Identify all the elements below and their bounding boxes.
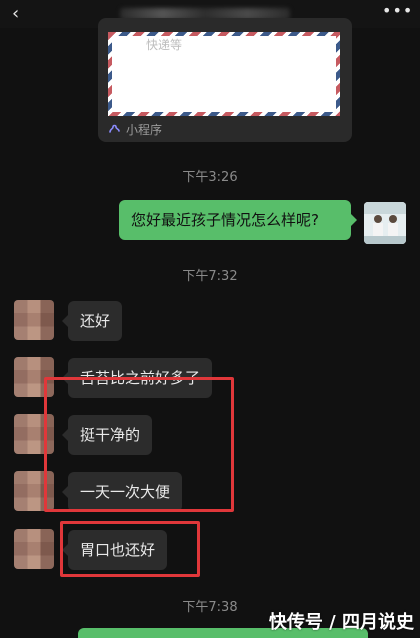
contact-avatar[interactable] — [14, 471, 54, 511]
self-avatar-image — [364, 202, 406, 244]
mini-program-icon — [109, 124, 120, 133]
self-avatar[interactable] — [364, 202, 406, 244]
incoming-message[interactable]: 还好 — [61, 301, 123, 341]
incoming-message[interactable]: 挺干净的 — [61, 415, 153, 455]
mini-program-card[interactable]: 快递等 小程序 — [98, 18, 352, 142]
incoming-message[interactable]: 一天一次大便 — [61, 472, 183, 512]
mini-program-label: 小程序 — [126, 122, 163, 137]
more-dots-icon: ••• — [382, 1, 414, 20]
timestamp: 下午3:26 — [182, 170, 238, 185]
chevron-left-icon: ‹ — [12, 3, 20, 24]
outgoing-message[interactable]: 您好最近孩子情况怎么样呢? — [119, 200, 357, 240]
mini-program-footer: 小程序 — [108, 120, 162, 138]
timestamp: 下午7:32 — [182, 269, 238, 284]
contact-avatar[interactable] — [14, 300, 54, 340]
incoming-message[interactable]: 胃口也还好 — [61, 530, 168, 570]
contact-avatar[interactable] — [14, 529, 54, 569]
contact-avatar[interactable] — [14, 414, 54, 454]
mini-program-preview: 快递等 — [108, 32, 340, 116]
incoming-message[interactable]: 舌苔比之前好多了 — [61, 358, 213, 398]
contact-avatar[interactable] — [14, 357, 54, 397]
chat-window: ‹ ••• 快递等 小程序 下午3:26 您好最近孩子情况怎么样呢? 下午7:3… — [0, 0, 420, 638]
more-button[interactable]: ••• — [382, 3, 412, 20]
mini-program-preview-text: 快递等 — [146, 38, 183, 52]
back-button[interactable]: ‹ — [12, 4, 32, 24]
watermark: 快传号 / 四月说史 — [268, 612, 414, 633]
